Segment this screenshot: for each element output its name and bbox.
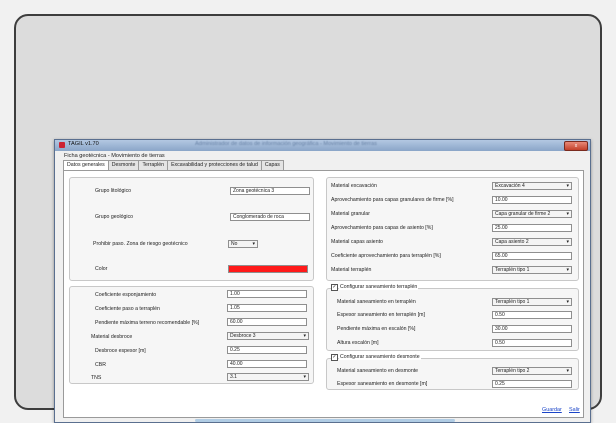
form-subtitle: Ficha geotécnica - Movimiento de tierras — [64, 153, 165, 159]
screenshot-frame: TAGIL v1.70 Administrador de datos de in… — [14, 14, 602, 423]
aprovechamiento-group: Material excavación Excavación 4 ▾ Aprov… — [326, 177, 579, 281]
ficha-window: TAGIL v1.70 Administrador de datos de in… — [54, 139, 591, 423]
prohibir-paso-select[interactable]: No ▾ — [228, 240, 258, 248]
blurred-caption: Administrador de datos de información ge… — [195, 141, 377, 147]
material-terraplen-label: Material terraplén — [331, 267, 372, 273]
chevron-down-icon: ▾ — [566, 239, 569, 245]
material-desbroce-select[interactable]: Desbroce 3 ▾ — [227, 332, 309, 340]
color-label: Color — [95, 266, 108, 272]
identificacion-group: Grupo litológico Zona geotécnica 3 Grupo… — [69, 177, 314, 281]
material-desbroce-label: Material desbroce — [91, 334, 133, 340]
check-icon: ✓ — [332, 354, 337, 360]
app-icon — [59, 142, 65, 148]
saneamiento-terraplen-material-select[interactable]: Terraplén tipo 1 ▾ — [492, 298, 572, 306]
saneamiento-desmonte-group: ✓ Configurar saneamiento desmonte Materi… — [326, 354, 579, 390]
saneamiento-terraplen-legend: Configurar saneamiento terraplén — [339, 284, 419, 290]
chevron-down-icon: ▾ — [566, 267, 569, 273]
grupo-litologico-label: Grupo litológico — [95, 188, 132, 194]
saneamiento-desmonte-material-select[interactable]: Terraplén tipo 2 ▾ — [492, 367, 572, 375]
material-excavacion-select[interactable]: Excavación 4 ▾ — [492, 182, 572, 190]
material-capas-asiento-select[interactable]: Capa asiento 2 ▾ — [492, 238, 572, 246]
coeficientes-group: Coeficiente esponjamiento 1.00 Coeficien… — [69, 286, 314, 384]
tab-excavabilidad[interactable]: Excavabilidad y protecciones de talud — [167, 160, 262, 170]
cbr-input[interactable]: 40.00 — [227, 360, 307, 368]
saneamiento-desmonte-espesor-input[interactable]: 0.25 — [492, 380, 572, 388]
saneamiento-terraplen-material-value: Terraplén tipo 1 — [495, 299, 530, 305]
prohibir-paso-value: No — [231, 241, 238, 247]
title-bar: TAGIL v1.70 Administrador de datos de in… — [55, 140, 590, 151]
desbroce-espesor-label: Desbroce espesor [m] — [95, 348, 146, 354]
material-granular-label: Material granular — [331, 211, 370, 217]
material-desbroce-value: Desbroce 3 — [230, 333, 256, 339]
chevron-down-icon: ▾ — [303, 333, 306, 339]
grupo-geologico-label: Grupo geológico — [95, 214, 134, 220]
chevron-down-icon: ▾ — [566, 368, 569, 374]
coef-aprov-terraplen-label: Coeficiente aprovechamiento para terrapl… — [331, 253, 441, 259]
color-swatch[interactable] — [228, 265, 308, 273]
pendiente-terreno-input[interactable]: 60.00 — [227, 318, 307, 326]
pendiente-terreno-label: Pendiente máxima terreno recomendable [%… — [95, 320, 200, 326]
aprov-granulares-label: Aprovechamiento para capas granulares de… — [331, 197, 454, 203]
tns-select[interactable]: 3.1 ▾ — [227, 373, 309, 381]
saneamiento-terraplen-espesor-input[interactable]: 0.50 — [492, 311, 572, 319]
material-excavacion-value: Excavación 4 — [495, 183, 525, 189]
saneamiento-terraplen-group: ✓ Configurar saneamiento terraplén Mater… — [326, 284, 579, 351]
prohibir-paso-label: Prohibir paso. Zona de riesgo geotécnico — [93, 241, 188, 247]
pendiente-escalon-label: Pendiente máxima en escalón [%] — [337, 326, 416, 332]
saneamiento-desmonte-legend: Configurar saneamiento desmonte — [339, 354, 421, 360]
saneamiento-desmonte-espesor-label: Espesor saneamiento en desmonte [m] — [337, 381, 428, 387]
material-granular-select[interactable]: Capa granular de firme 2 ▾ — [492, 210, 572, 218]
chevron-down-icon: ▾ — [566, 211, 569, 217]
esponjamiento-input[interactable]: 1.00 — [227, 290, 307, 298]
check-icon: ✓ — [332, 284, 337, 290]
material-terraplen-value: Terraplén tipo 1 — [495, 267, 530, 273]
aprov-asiento-label: Aprovechamiento para capas de asiento [%… — [331, 225, 433, 231]
salir-link[interactable]: Salir — [569, 407, 580, 413]
taskbar-strip — [195, 419, 455, 422]
material-capas-asiento-value: Capa asiento 2 — [495, 239, 529, 245]
material-granular-value: Capa granular de firme 2 — [495, 211, 551, 217]
altura-escalon-input[interactable]: 0.50 — [492, 339, 572, 347]
material-capas-asiento-label: Material capas asiento — [331, 239, 383, 245]
saneamiento-desmonte-checkbox[interactable]: ✓ — [331, 354, 338, 361]
datos-generales-panel: Grupo litológico Zona geotécnica 3 Grupo… — [63, 170, 584, 418]
coef-aprov-terraplen-input[interactable]: 65.00 — [492, 252, 572, 260]
saneamiento-terraplen-checkbox[interactable]: ✓ — [331, 284, 338, 291]
altura-escalon-label: Altura escalón [m] — [337, 340, 379, 346]
chevron-down-icon: ▾ — [566, 183, 569, 189]
material-excavacion-label: Material excavación — [331, 183, 377, 189]
tab-strip: Datos generales Desmonte Terraplén Excav… — [63, 160, 284, 171]
tns-label: TNS — [91, 375, 102, 381]
chevron-down-icon: ▾ — [566, 299, 569, 305]
paso-terraplen-label: Coeficiente paso a terraplén — [95, 306, 160, 312]
saneamiento-desmonte-material-label: Material saneamiento en desmonte — [337, 368, 419, 374]
cbr-label: CBR — [95, 362, 106, 368]
aprov-asiento-input[interactable]: 25.00 — [492, 224, 572, 232]
saneamiento-terraplen-material-label: Material saneamiento en terraplén — [337, 299, 416, 305]
grupo-geologico-input[interactable]: Conglomerado de roca — [230, 213, 310, 221]
tns-value: 3.1 — [230, 374, 237, 380]
tab-desmonte[interactable]: Desmonte — [107, 160, 140, 170]
tab-capas[interactable]: Capas — [260, 160, 284, 170]
close-button[interactable]: x — [564, 141, 588, 151]
saneamiento-terraplen-espesor-label: Espesor saneamiento en terraplén [m] — [337, 312, 425, 318]
grupo-litologico-input[interactable]: Zona geotécnica 3 — [230, 187, 310, 195]
esponjamiento-label: Coeficiente esponjamiento — [95, 292, 157, 298]
material-terraplen-select[interactable]: Terraplén tipo 1 ▾ — [492, 266, 572, 274]
saneamiento-desmonte-material-value: Terraplén tipo 2 — [495, 368, 530, 374]
chevron-down-icon: ▾ — [252, 241, 255, 247]
paso-terraplen-input[interactable]: 1.05 — [227, 304, 307, 312]
pendiente-escalon-input[interactable]: 30.00 — [492, 325, 572, 333]
chevron-down-icon: ▾ — [303, 374, 306, 380]
window-title: TAGIL v1.70 — [68, 141, 99, 147]
guardar-link[interactable]: Guardar — [542, 407, 562, 413]
tab-terraplen[interactable]: Terraplén — [138, 160, 169, 170]
aprov-granulares-input[interactable]: 10.00 — [492, 196, 572, 204]
desbroce-espesor-input[interactable]: 0.25 — [227, 346, 307, 354]
